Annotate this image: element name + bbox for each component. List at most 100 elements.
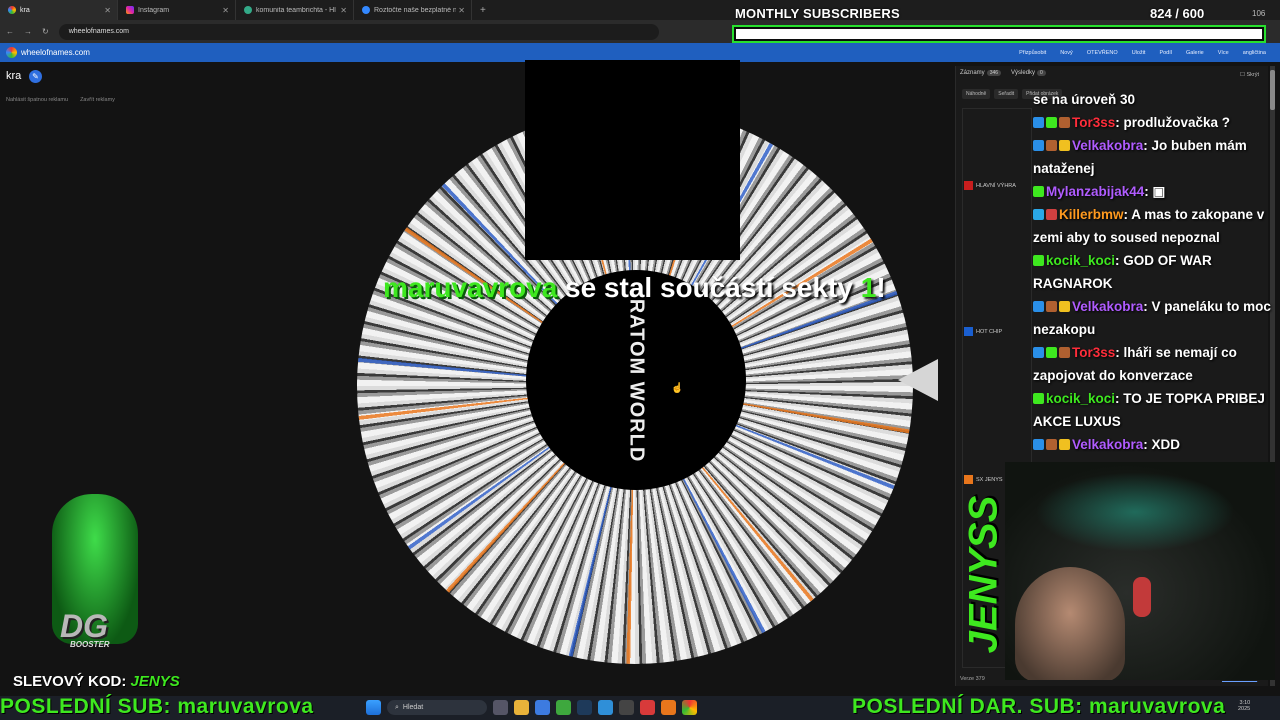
menu-open[interactable]: OTEVŘENO — [1087, 50, 1118, 56]
chat-badge-icon — [1046, 439, 1057, 450]
entry-color-swatch — [964, 327, 973, 336]
chat-message: Velkakobra: XDD — [1033, 433, 1275, 456]
reload-icon[interactable]: ↻ — [42, 27, 49, 36]
taskbar-search[interactable]: ⌕ Hledat — [387, 700, 487, 715]
headphones-icon — [1133, 577, 1151, 617]
file-explorer-icon[interactable] — [514, 700, 529, 715]
chat-badge-icon — [1059, 117, 1070, 128]
steam-icon[interactable] — [577, 700, 592, 715]
edit-pencil-icon[interactable]: ✎ — [29, 70, 42, 83]
tab-close-icon[interactable]: ✕ — [222, 6, 229, 15]
menu-language[interactable]: angličtina — [1243, 50, 1266, 56]
menu-save[interactable]: Uložit — [1132, 50, 1146, 56]
tab-label: Roztočte naše bezplatné náhod — [374, 6, 456, 14]
url-field[interactable]: wheelofnames.com — [58, 23, 659, 40]
chat-message: kocik_koci: GOD OF WAR RAGNAROK — [1033, 249, 1275, 295]
menu-share[interactable]: Podíl — [1159, 50, 1172, 56]
tab-entries[interactable]: Záznamy 346 — [960, 70, 1002, 76]
chat-badge-icon — [1059, 439, 1070, 450]
chat-username[interactable]: Killerbmw — [1059, 207, 1124, 222]
chat-text: : XDD — [1143, 437, 1181, 452]
chat-message: Mylanzabijak44: ▣ — [1033, 180, 1275, 203]
hide-panel-button[interactable]: ☐ Skrýt — [1240, 72, 1259, 78]
windows-start-icon[interactable] — [366, 700, 381, 715]
xbox-icon[interactable] — [556, 700, 571, 715]
hide-label: Skrýt — [1246, 72, 1259, 78]
hex-light-glow — [1035, 472, 1235, 552]
tab-close-icon[interactable]: ✕ — [104, 6, 111, 15]
chat-badge-icon — [1033, 117, 1044, 128]
winner-message-end: ! — [876, 272, 886, 303]
menu-more[interactable]: Více — [1218, 50, 1229, 56]
chrome-icon[interactable] — [682, 700, 697, 715]
firefox-icon[interactable] — [661, 700, 676, 715]
chat-text: : prodlužovačka ? — [1115, 115, 1231, 130]
entry-item: HOT CHIP — [964, 327, 1002, 336]
entry-item: SX JENYS — [964, 475, 1003, 484]
app-icon[interactable] — [598, 700, 613, 715]
winner-name: maruvavrova — [383, 272, 558, 303]
chat-badge-icon — [1046, 209, 1057, 220]
wheel-pointer-icon — [898, 359, 938, 401]
tab-search[interactable]: komunita teambrichta - Hledat ✕ — [236, 0, 354, 20]
menu-new[interactable]: Nový — [1060, 50, 1073, 56]
tab-label: komunita teambrichta - Hledat — [256, 6, 336, 14]
report-ad-link[interactable]: Nahlásit špatnou reklamu — [6, 97, 68, 103]
close-ads-link[interactable]: Zavřít reklamy — [80, 97, 115, 103]
site-name[interactable]: wheelofnames.com — [21, 48, 90, 57]
hub-logo-text: RATOM WORLD — [625, 298, 648, 462]
new-tab-button[interactable]: + — [472, 5, 494, 16]
sponsor-logo-sub: BOOSTER — [70, 640, 110, 649]
tab-instagram[interactable]: Instagram ✕ — [118, 0, 236, 20]
chat-username[interactable]: Velkakobra — [1072, 437, 1143, 452]
chat-username[interactable]: Mylanzabijak44 — [1046, 184, 1144, 199]
entry-label: HOT CHIP — [976, 328, 1003, 335]
winner-message-text: se stal součástí sekty — [565, 272, 861, 303]
chat-badge-icon — [1033, 301, 1044, 312]
forward-icon[interactable]: → — [24, 27, 32, 36]
chat-username[interactable]: Velkakobra — [1072, 299, 1143, 314]
instagram-icon — [126, 6, 134, 14]
entry-item: HLAVNÍ VÝHRA — [964, 181, 1016, 190]
last-sub-ticker: POSLEDNÍ SUB: maruvavrova — [0, 695, 314, 718]
app-icon[interactable] — [640, 700, 655, 715]
task-view-icon[interactable] — [493, 700, 508, 715]
last-gift-sub-ticker: POSLEDNÍ DAR. SUB: maruvavrova — [852, 695, 1226, 718]
chat-username[interactable]: kocik_koci — [1046, 253, 1115, 268]
taskbar-icons: ⌕ Hledat — [366, 700, 697, 715]
tab-close-icon[interactable]: ✕ — [340, 6, 347, 15]
chat-badge-icon — [1046, 117, 1057, 128]
chat-message: Tor3ss: prodlužovačka ? — [1033, 111, 1275, 134]
chat-username[interactable]: Velkakobra — [1072, 138, 1143, 153]
stream-screen: kra ✕ Instagram ✕ komunita teambrichta -… — [0, 0, 1280, 720]
chat-username[interactable]: kocik_koci — [1046, 391, 1115, 406]
chat-badge-icon — [1046, 347, 1057, 358]
sort-button[interactable]: Seřadit — [994, 89, 1019, 99]
stream-chat: se na úroveň 30 Tor3ss: prodlužovačka ? Ve… — [1033, 88, 1275, 463]
streamer-logo-text: JENYSS — [961, 495, 1006, 653]
site-menu: Přizpůsobit Nový OTEVŘENO Uložit Podíl G… — [1019, 43, 1266, 62]
chat-badge-icon — [1046, 140, 1057, 151]
site-logo-icon — [6, 47, 17, 58]
tab-close-icon[interactable]: ✕ — [458, 6, 465, 15]
store-icon[interactable] — [535, 700, 550, 715]
taskbar-clock[interactable]: 3:10 2025 — [1238, 700, 1250, 712]
tab-wheel[interactable]: Roztočte naše bezplatné náhod ✕ — [354, 0, 472, 20]
ad-links: Nahlásit špatnou reklamu Zavřít reklamy — [6, 97, 115, 103]
tab-label: kra — [20, 6, 30, 14]
chat-message: kocik_koci: TO JE TOPKA PRIBEJ AKCE LUXU… — [1033, 387, 1275, 433]
tab-kra[interactable]: kra ✕ — [0, 0, 118, 20]
chat-username[interactable]: Tor3ss — [1072, 345, 1115, 360]
chat-message: Tor3ss: lháři se nemají co zapojovat do … — [1033, 341, 1275, 387]
menu-gallery[interactable]: Galerie — [1186, 50, 1204, 56]
shuffle-button[interactable]: Náhodně — [962, 89, 991, 99]
menu-customize[interactable]: Přizpůsobit — [1019, 50, 1046, 56]
tab-results[interactable]: Výsledky 0 — [1011, 70, 1046, 76]
search-favicon-icon — [244, 6, 252, 14]
subs-goal-title: MONTHLY SUBSCRIBERS — [735, 6, 900, 21]
app-icon[interactable] — [619, 700, 634, 715]
chat-username[interactable]: Tor3ss — [1072, 115, 1115, 130]
back-icon[interactable]: ← — [6, 27, 14, 36]
chat-message: Velkakobra: V paneláku to moc nezakopu — [1033, 295, 1275, 341]
chat-badge-icon — [1033, 393, 1044, 404]
